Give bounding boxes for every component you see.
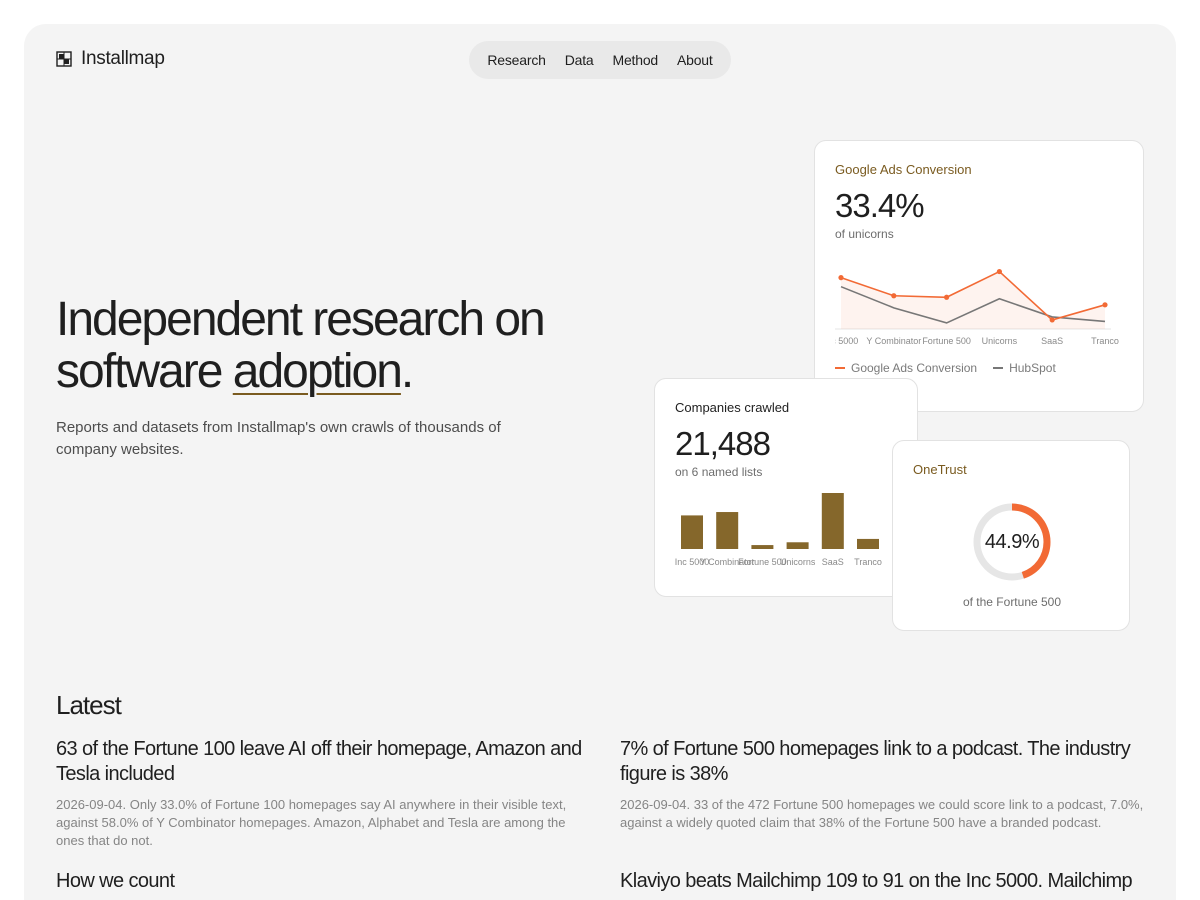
bar [716,512,739,549]
line-point [1049,317,1055,323]
line-x-tick-label: Unicorns [982,336,1018,346]
article-title[interactable]: 7% of Fortune 500 homepages link to a po… [620,737,1150,787]
line-chart-legend: Google Ads Conversion HubSpot [835,361,1056,375]
article-item[interactable]: 63 of the Fortune 100 leave AI off their… [56,737,586,850]
google-ads-label: Google Ads Conversion [835,162,972,177]
companies-bar-chart: Inc 5000Y CombinatorFortune 500Unicorns S… [675,493,882,567]
line-x-tick-label: Inc 5000 [835,336,858,346]
article-title[interactable]: Klaviyo beats Mailchimp 109 to 91 on the… [620,869,1150,894]
nav-method[interactable]: Method [613,52,659,68]
companies-label: Companies crawled [675,400,790,415]
brand-name: Installmap [81,48,165,69]
legend-label-google-ads: Google Ads Conversion [851,361,978,375]
onetrust-card: OneTrust 44.9% of the Fortune 500 [892,440,1130,631]
article-item[interactable]: 7% of Fortune 500 homepages link to a po… [620,737,1150,832]
google-ads-value: 33.4% [835,187,925,224]
bar [786,542,809,549]
article-description: 2026-09-04. 33 of the 472 Fortune 500 ho… [620,797,1144,830]
onetrust-caption: of the Fortune 500 [962,595,1062,609]
hero-title-line1: Independent research on [56,293,546,346]
bar [857,538,879,549]
companies-caption: on 6 named lists [675,465,763,479]
article-description: 2026-09-04. Only 33.0% of Fortune 100 ho… [56,797,567,848]
line-x-tick-label: Fortune 500 [922,336,971,346]
article-title[interactable]: 63 of the Fortune 100 leave AI off their… [56,737,586,787]
bar [751,545,774,549]
bar [681,515,703,549]
hero-title-line2a: software [56,345,233,398]
line-point [891,293,897,299]
line-x-tick-label: Tranco [1091,336,1119,346]
latest-heading: Latest [56,690,122,720]
brand[interactable]: Installmap [56,48,165,70]
line-point [1102,302,1108,308]
line-series-area [841,271,1105,329]
line-x-tick-label: SaaS [1041,336,1063,346]
nav-data[interactable]: Data [565,52,594,68]
legend-item-hubspot: HubSpot [993,361,1056,375]
hero-title: Independent research on software adoptio… [56,294,616,398]
onetrust-value: 44.9% [984,530,1040,553]
line-point [944,294,950,300]
line-x-tick-label: Y Combinator [866,336,921,346]
bar-x-tick-label: Tranco [854,557,882,567]
companies-card: Companies crawled 21,488 on 6 named list… [654,378,918,597]
grid-logo-icon [56,51,72,67]
nav-about[interactable]: About [677,52,713,68]
top-nav: Research Data Method About [469,41,731,79]
bar-x-tick-label: SaaS [822,557,844,567]
line-point [996,268,1002,275]
hero-subtitle: Reports and datasets from Installmap's o… [56,419,501,458]
companies-value: 21,488 [675,425,771,462]
line-point [838,275,844,281]
google-ads-caption: of unicorns [835,227,894,241]
article-title[interactable]: How we count [56,869,586,894]
google-ads-line-chart: Inc 5000 Y CombinatorFortune 500 Unicorns S… [835,268,1119,346]
legend-label-hubspot: HubSpot [1009,361,1056,375]
onetrust-donut: 44.9% [971,501,1053,583]
bar-x-tick-label: Unicorns [780,557,816,567]
article-item[interactable]: How we count [56,869,586,894]
hero-title-period: . [400,345,414,398]
onetrust-label: OneTrust [913,462,967,477]
legend-swatch-gray [993,367,1004,369]
hero-title-highlight: adoption [232,345,403,398]
google-ads-card: Google Ads Conversion 33.4% of unicorns … [814,140,1144,412]
legend-item-google-ads: Google Ads Conversion [835,361,977,375]
article-item[interactable]: Klaviyo beats Mailchimp 109 to 91 on the… [620,869,1150,894]
bar [821,493,844,549]
legend-swatch-orange [835,367,845,369]
nav-research[interactable]: Research [487,52,546,68]
